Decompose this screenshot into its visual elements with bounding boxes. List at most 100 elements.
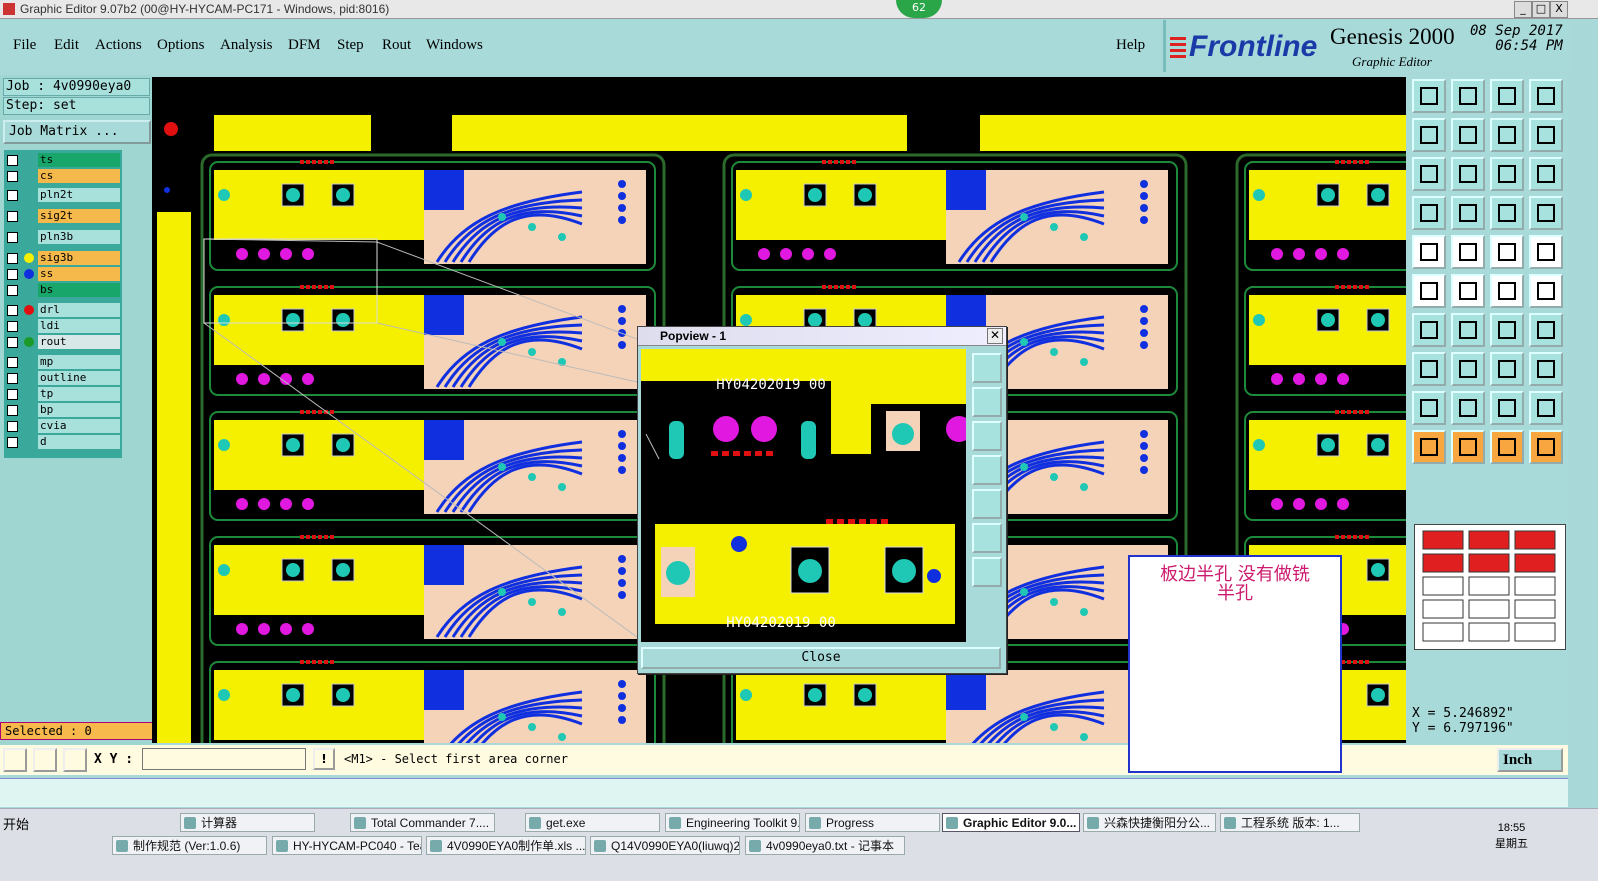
layer-checkbox[interactable]	[7, 373, 18, 384]
minus-icon[interactable]	[1451, 352, 1485, 386]
minimize-button[interactable]: _	[1514, 1, 1532, 18]
layer-b-icon[interactable]	[1529, 196, 1563, 230]
layer-checkbox[interactable]	[7, 211, 18, 222]
layer-checkbox[interactable]	[7, 253, 18, 264]
layer-row-ts[interactable]: ts	[4, 153, 120, 167]
rotate-icon[interactable]	[1490, 313, 1524, 347]
popview-close-icon[interactable]: ✕	[987, 328, 1003, 344]
menu-analysis[interactable]: Analysis	[220, 37, 273, 54]
resize-icon[interactable]	[1490, 352, 1524, 386]
profile-icon[interactable]	[1451, 235, 1485, 269]
menu-dfm[interactable]: DFM	[288, 37, 321, 54]
layer-row-d[interactable]: d	[4, 435, 120, 449]
measure-icon[interactable]	[33, 748, 57, 772]
taskbar-item[interactable]: 工程系统 版本: 1...	[1220, 813, 1360, 832]
start-button[interactable]: 开始	[3, 814, 29, 833]
pan-center-icon[interactable]	[1490, 118, 1524, 152]
help-icon[interactable]	[1529, 157, 1563, 191]
layer-checkbox[interactable]	[7, 405, 18, 416]
cursor-c-icon[interactable]	[1490, 430, 1524, 464]
layer-row-sig2t[interactable]: sig2t	[4, 209, 120, 223]
layer-checkbox[interactable]	[7, 357, 18, 368]
layer-row-bs[interactable]: bs	[4, 283, 120, 297]
menu-step[interactable]: Step	[337, 37, 364, 54]
cross-icon[interactable]	[1451, 274, 1485, 308]
taskbar-item[interactable]: Engineering Toolkit 9....	[665, 813, 800, 832]
layer-row-outline[interactable]: outline	[4, 371, 120, 385]
layer-a-icon[interactable]	[1490, 196, 1524, 230]
layer-checkbox[interactable]	[7, 389, 18, 400]
menu-windows[interactable]: Windows	[426, 37, 483, 54]
menu-actions[interactable]: Actions	[95, 37, 142, 54]
taskbar-item[interactable]: Q14V0990EYA0(liuwq)20...	[590, 836, 740, 855]
popview-down-icon[interactable]	[972, 421, 1002, 451]
net-icon[interactable]	[1412, 274, 1446, 308]
layer-checkbox[interactable]	[7, 155, 18, 166]
home-down-icon[interactable]	[1451, 79, 1485, 113]
layer-checkbox[interactable]	[7, 269, 18, 280]
layer-checkbox[interactable]	[7, 321, 18, 332]
fit-screen-icon[interactable]	[1412, 157, 1446, 191]
unit-selector[interactable]: Inch	[1497, 748, 1563, 772]
cursor-d-icon[interactable]	[1529, 430, 1563, 464]
popview-zoom-icon[interactable]	[972, 353, 1002, 383]
popview-right-icon[interactable]	[972, 489, 1002, 519]
layer-checkbox[interactable]	[7, 305, 18, 316]
maximize-button[interactable]: □	[1532, 1, 1550, 18]
layer-row-tp[interactable]: tp	[4, 387, 120, 401]
layer-row-mp[interactable]: mp	[4, 355, 120, 369]
triangle-c-icon[interactable]	[1490, 391, 1524, 425]
menu-rout[interactable]: Rout	[382, 37, 411, 54]
diagonal-icon[interactable]	[1451, 313, 1485, 347]
layer-checkbox[interactable]	[7, 337, 18, 348]
popview-center-icon[interactable]	[972, 557, 1002, 587]
menu-options[interactable]: Options	[157, 37, 205, 54]
layer-row-rout[interactable]: rout	[4, 335, 120, 349]
triangle-a-icon[interactable]	[1412, 391, 1446, 425]
layer-row-ldi[interactable]: ldi	[4, 319, 120, 333]
layer-checkbox[interactable]	[7, 190, 18, 201]
layer-checkbox[interactable]	[7, 421, 18, 432]
layer-checkbox[interactable]	[7, 285, 18, 296]
taskbar-item[interactable]: 计算器	[180, 813, 315, 832]
ruler-icon[interactable]	[1490, 235, 1524, 269]
home-up-icon[interactable]	[1412, 79, 1446, 113]
layer-row-cvia[interactable]: cvia	[4, 419, 120, 433]
grid-icon[interactable]	[63, 748, 87, 772]
layer-row-bp[interactable]: bp	[4, 403, 120, 417]
popview-close-button[interactable]: Close	[641, 647, 1001, 669]
redraw-icon[interactable]	[1529, 118, 1563, 152]
xy-input[interactable]	[142, 748, 306, 770]
popview-zoom-image[interactable]: HY04202019 00 HY04202019 00	[641, 349, 966, 642]
taskbar-item[interactable]: Progress	[805, 813, 940, 832]
layer-checkbox[interactable]	[7, 232, 18, 243]
menu-help[interactable]: Help	[1116, 37, 1145, 54]
dot-icon[interactable]	[1529, 235, 1563, 269]
zoom-fit-icon[interactable]	[1451, 157, 1485, 191]
pan-right-icon[interactable]	[1451, 118, 1485, 152]
angle-icon[interactable]	[1412, 313, 1446, 347]
panel-icon[interactable]	[1529, 79, 1563, 113]
cursor-b-icon[interactable]	[1451, 430, 1485, 464]
pan-left-icon[interactable]	[1412, 118, 1446, 152]
job-matrix-button[interactable]: Job Matrix ...	[3, 120, 151, 144]
menu-file[interactable]: File	[13, 37, 36, 54]
popview-up-icon[interactable]	[972, 387, 1002, 417]
grid-toggle-icon[interactable]	[1451, 196, 1485, 230]
triangle-b-icon[interactable]	[1451, 391, 1485, 425]
close-window-button[interactable]: X	[1550, 1, 1568, 18]
scale-1-2-icon[interactable]	[1490, 157, 1524, 191]
taskbar-item[interactable]: Graphic Editor 9.0...	[942, 813, 1080, 832]
exclamation-button[interactable]: !	[313, 748, 335, 770]
layer-checkbox[interactable]	[7, 171, 18, 182]
triangle-d-icon[interactable]	[1529, 391, 1563, 425]
menu-edit[interactable]: Edit	[54, 37, 79, 54]
taskbar-item[interactable]: 制作规范 (Ver:1.0.6)	[112, 836, 267, 855]
line-icon[interactable]	[1490, 274, 1524, 308]
layer-row-pln2t[interactable]: pln2t	[4, 188, 120, 202]
taskbar-item[interactable]: get.exe	[525, 813, 660, 832]
popview-left-icon[interactable]	[972, 455, 1002, 485]
layer-row-sig3b[interactable]: sig3b	[4, 251, 120, 265]
taskbar-item[interactable]: 4v0990eya0.txt - 记事本	[745, 836, 905, 855]
select-icon[interactable]	[1412, 235, 1446, 269]
